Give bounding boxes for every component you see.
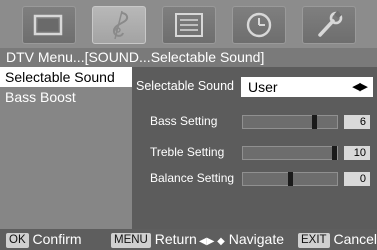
sound-icon (112, 10, 129, 40)
navigate-hint-text: Navigate (228, 231, 285, 247)
menu-item-selectable-sound[interactable]: Selectable Sound (0, 67, 132, 87)
selectable-sound-label: Selectable Sound (136, 79, 234, 93)
setting-label: Bass Setting (150, 114, 218, 128)
clock-icon (246, 12, 272, 38)
picture-tab[interactable] (22, 6, 76, 44)
bass-setting-row[interactable]: Bass Setting 6 (132, 113, 377, 131)
bass-slider[interactable] (242, 115, 338, 129)
balance-setting-row[interactable]: Balance Setting 0 (132, 170, 377, 188)
navigate-hint: ◀▶ ◆ Navigate (199, 229, 284, 250)
treble-slider[interactable] (242, 146, 338, 160)
menu-hint: MENU Return (111, 229, 197, 250)
channel-icon (175, 13, 203, 37)
menu-hint-text: Return (154, 231, 197, 247)
treble-value: 10 (344, 146, 370, 160)
selectable-sound-row: Selectable Sound User ◀▶ (132, 77, 377, 97)
sound-tab[interactable] (92, 6, 146, 44)
sound-submenu: Selectable Sound Bass Boost (0, 67, 132, 229)
ok-key: OK (6, 233, 29, 248)
menu-item-bass-boost[interactable]: Bass Boost (0, 87, 132, 107)
slider-knob[interactable] (288, 172, 293, 186)
ok-hint-text: Confirm (32, 231, 82, 247)
breadcrumb-title: DTV Menu...[SOUND...Selectable Sound] (0, 48, 377, 67)
selectable-sound-value: User (248, 79, 278, 95)
setting-label: Treble Setting (150, 145, 225, 159)
tv-menu-screen: DTV Menu...[SOUND...Selectable Sound] Se… (0, 0, 377, 250)
channel-tab[interactable] (162, 6, 216, 44)
balance-slider[interactable] (242, 172, 338, 186)
left-right-arrows-icon: ◀▶ (352, 81, 368, 93)
exit-hint-text: Cancel (333, 231, 377, 247)
exit-hint: EXIT Cancel (298, 229, 377, 250)
balance-value: 0 (344, 172, 370, 186)
settings-panel: Selectable Sound User ◀▶ Bass Setting 6 … (132, 67, 377, 229)
time-tab[interactable] (232, 6, 286, 44)
ok-hint: OK Confirm (6, 229, 82, 250)
setting-label: Balance Setting (150, 171, 235, 185)
setup-tab[interactable] (302, 6, 356, 44)
treble-setting-row[interactable]: Treble Setting 10 (132, 144, 377, 162)
slider-knob[interactable] (332, 146, 337, 160)
menu-key: MENU (111, 233, 151, 248)
key-hint-bar: OK Confirm MENU Return ◀▶ ◆ Navigate EXI… (0, 229, 377, 250)
setup-wrench-icon (318, 10, 343, 37)
navigate-arrows-icon: ◀▶ ◆ (199, 236, 225, 247)
category-icon-bar (0, 0, 377, 48)
exit-key: EXIT (298, 233, 330, 248)
bass-value: 6 (344, 115, 370, 129)
selectable-sound-selector[interactable]: User ◀▶ (241, 77, 373, 97)
slider-knob[interactable] (312, 115, 317, 129)
picture-icon (33, 14, 63, 36)
